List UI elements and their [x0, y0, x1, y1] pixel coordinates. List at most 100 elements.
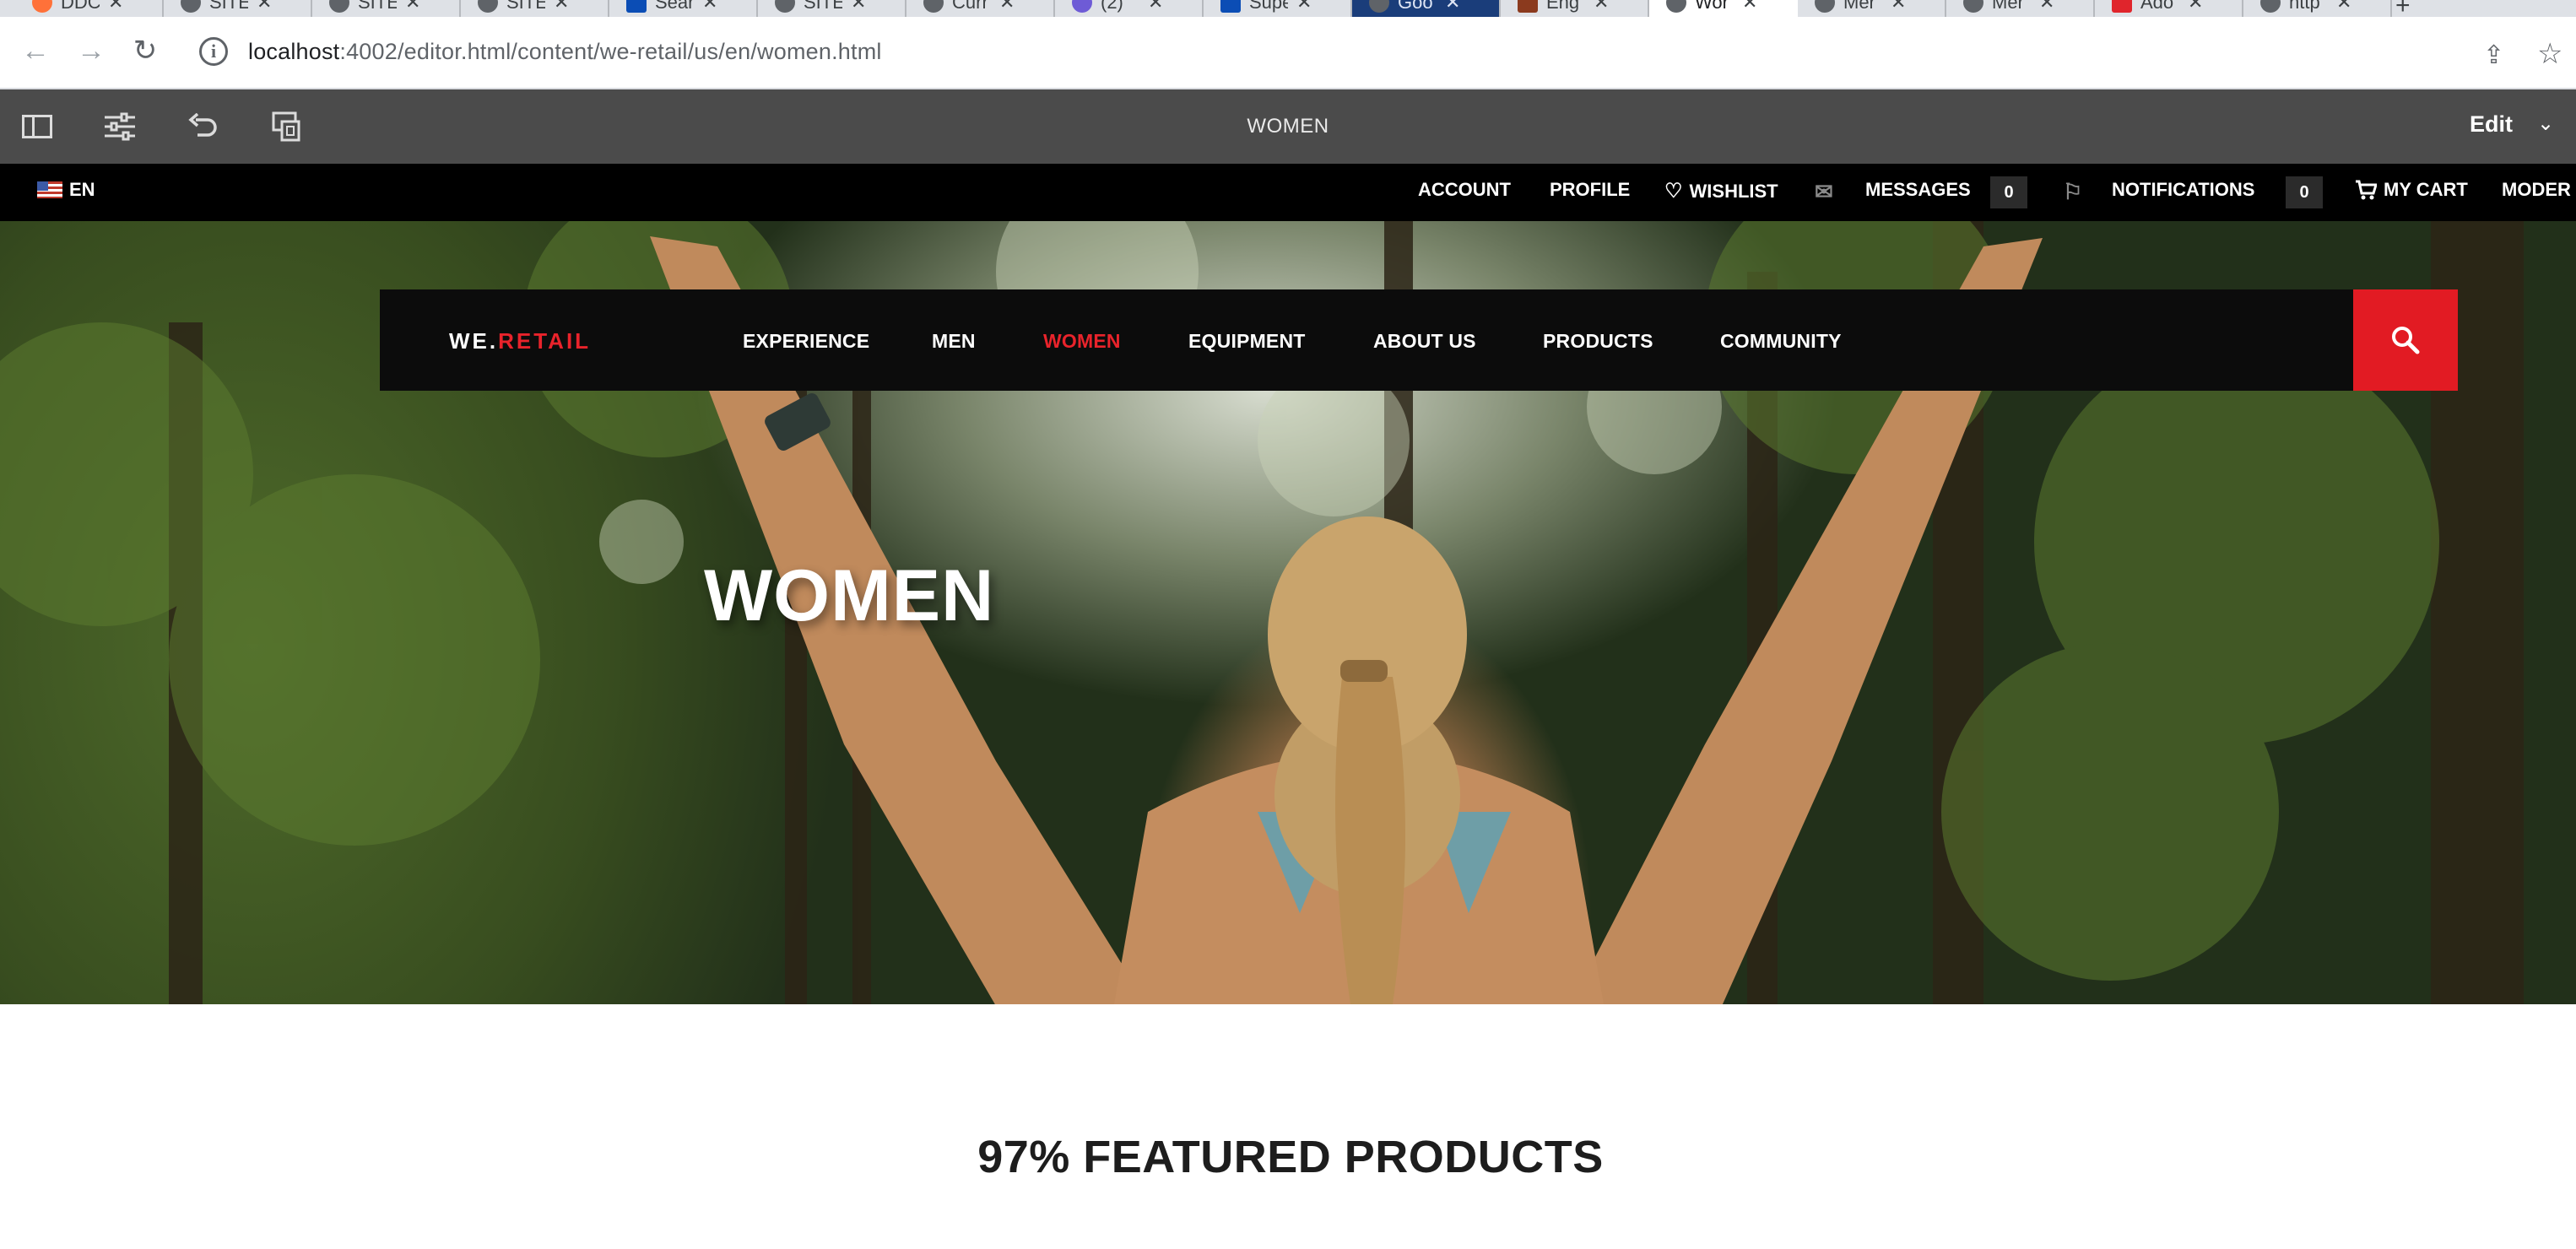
address-bar[interactable]: i localhost:4002/editor.html/content/we-…: [187, 27, 2475, 76]
browser-tab-strip: DDC ✕ SITE ✕ SITE ✕ SITE ✕ Sear ✕ SITE ✕ Curr ✕…: [0, 0, 2576, 17]
notifications-count-badge: 0: [2286, 176, 2323, 208]
url-text[interactable]: localhost:4002/editor.html/content/we-re…: [248, 39, 882, 65]
cart-label: MY CART: [2384, 179, 2468, 200]
moderation-link[interactable]: MODER: [2502, 179, 2571, 201]
profile-link[interactable]: PROFILE: [1550, 179, 1630, 201]
globe-icon: [1815, 0, 1835, 13]
close-icon[interactable]: ✕: [1445, 0, 1460, 14]
chevron-down-icon[interactable]: ⌄: [2537, 111, 2554, 136]
close-icon[interactable]: ✕: [108, 0, 123, 14]
emulator-icon[interactable]: [268, 108, 306, 145]
close-icon[interactable]: ✕: [1296, 0, 1312, 14]
undo-icon[interactable]: [184, 108, 221, 145]
account-link[interactable]: ACCOUNT: [1418, 179, 1511, 201]
browser-tab[interactable]: Goo ✕: [1352, 0, 1501, 17]
back-arrow-icon[interactable]: ←: [17, 32, 54, 69]
forward-arrow-icon[interactable]: →: [73, 32, 110, 69]
tab-title: Wor: [1695, 0, 1729, 13]
close-icon[interactable]: ✕: [2336, 0, 2351, 14]
nav-equipment[interactable]: EQUIPMENT: [1188, 330, 1306, 353]
close-icon[interactable]: ✕: [405, 0, 420, 14]
globe-icon: [1963, 0, 1983, 13]
close-icon[interactable]: ✕: [2039, 0, 2054, 14]
logo-prefix: WE.: [449, 328, 499, 354]
messages-link[interactable]: ✉: [1815, 179, 1833, 205]
cart-link[interactable]: MY CART: [2355, 179, 2468, 201]
side-panel-toggle-icon[interactable]: [19, 108, 56, 145]
site-icon: [1072, 0, 1092, 13]
site-icon: [1518, 0, 1538, 13]
new-tab-plus-icon[interactable]: +: [2395, 0, 2411, 17]
globe-icon: [923, 0, 944, 13]
nav-men[interactable]: MEN: [932, 330, 976, 353]
tab-title: SITE: [358, 0, 397, 13]
main-navigation: WE. RETAIL EXPERIENCE MEN WOMEN EQUIPMENT…: [380, 289, 2353, 391]
browser-tab[interactable]: SITE ✕: [312, 0, 461, 17]
site-info-icon[interactable]: i: [199, 37, 228, 66]
close-icon[interactable]: ✕: [999, 0, 1015, 14]
tab-title: Eng: [1546, 0, 1580, 13]
browser-tab[interactable]: Eng ✕: [1501, 0, 1649, 17]
globe-icon: [329, 0, 349, 13]
browser-tab[interactable]: Curr ✕: [906, 0, 1055, 17]
tab-title: Mer: [1843, 0, 1875, 13]
browser-tab[interactable]: Sear ✕: [609, 0, 758, 17]
messages-count-badge: 0: [1990, 176, 2027, 208]
close-icon[interactable]: ✕: [851, 0, 866, 14]
close-icon[interactable]: ✕: [554, 0, 569, 14]
browser-tab[interactable]: http ✕: [2243, 0, 2392, 17]
browser-tab[interactable]: Ado ✕: [2095, 0, 2243, 17]
browser-tab[interactable]: DDC ✕: [15, 0, 164, 17]
reload-icon[interactable]: ↻: [127, 32, 164, 69]
close-icon[interactable]: ✕: [1742, 0, 1757, 14]
browser-toolbar: ← → ↻ i localhost:4002/editor.html/conte…: [0, 17, 2576, 89]
search-icon: [2392, 327, 2420, 354]
tab-title: SITE: [506, 0, 545, 13]
featured-section: 97% FEATURED PRODUCTS: [0, 1004, 2576, 1249]
nav-about-us[interactable]: ABOUT US: [1373, 330, 1476, 353]
language-selector[interactable]: EN: [37, 179, 95, 201]
globe-icon: [478, 0, 498, 13]
browser-tab[interactable]: SITE ✕: [164, 0, 312, 17]
browser-tab-active[interactable]: Wor ✕: [1649, 0, 1798, 17]
editor-page-title: WOMEN: [1247, 115, 1329, 138]
close-icon[interactable]: ✕: [702, 0, 717, 14]
flag-icon: ⚐: [2063, 179, 2083, 204]
close-icon[interactable]: ✕: [1891, 0, 1906, 14]
close-icon[interactable]: ✕: [1148, 0, 1163, 14]
messages-label[interactable]: MESSAGES: [1865, 179, 1971, 201]
bookmark-star-icon[interactable]: ☆: [2537, 37, 2562, 71]
close-icon[interactable]: ✕: [2188, 0, 2203, 14]
cart-icon: [2356, 180, 2377, 200]
browser-tab[interactable]: SITE ✕: [758, 0, 906, 17]
browser-tab[interactable]: Mer ✕: [1946, 0, 2095, 17]
mode-selector[interactable]: Edit: [2470, 111, 2513, 138]
we-retail-logo[interactable]: WE. RETAIL: [449, 328, 591, 354]
language-label: EN: [69, 179, 95, 200]
nav-women[interactable]: WOMEN: [1043, 330, 1121, 353]
notifications-label[interactable]: NOTIFICATIONS: [2112, 179, 2254, 201]
browser-tab[interactable]: Mer ✕: [1798, 0, 1946, 17]
notifications-link[interactable]: ⚐: [2063, 179, 2082, 205]
us-flag-icon: [37, 181, 62, 198]
close-icon[interactable]: ✕: [1594, 0, 1609, 14]
tab-title: SITE: [209, 0, 248, 13]
browser-tab[interactable]: SITE ✕: [461, 0, 609, 17]
wishlist-link[interactable]: ♡ WISHLIST: [1664, 179, 1778, 203]
tab-title: http: [2289, 0, 2320, 13]
browser-tab[interactable]: (2) ✕: [1055, 0, 1204, 17]
site-icon: [1220, 0, 1241, 13]
nav-community[interactable]: COMMUNITY: [1720, 330, 1842, 353]
browser-tab[interactable]: Supe ✕: [1204, 0, 1352, 17]
editor-toolbar: WOMEN Edit ⌄: [0, 89, 2576, 164]
tab-title: SITE: [804, 0, 842, 13]
heart-icon: ♡: [1664, 180, 1683, 203]
search-button[interactable]: [2353, 289, 2458, 391]
share-icon[interactable]: ⇪: [2483, 41, 2504, 70]
nav-experience[interactable]: EXPERIENCE: [743, 330, 869, 353]
close-icon[interactable]: ✕: [257, 0, 272, 14]
nav-products[interactable]: PRODUCTS: [1543, 330, 1653, 353]
globe-icon: [1666, 0, 1686, 13]
tab-title: Mer: [1992, 0, 2024, 13]
page-properties-icon[interactable]: [101, 108, 138, 145]
